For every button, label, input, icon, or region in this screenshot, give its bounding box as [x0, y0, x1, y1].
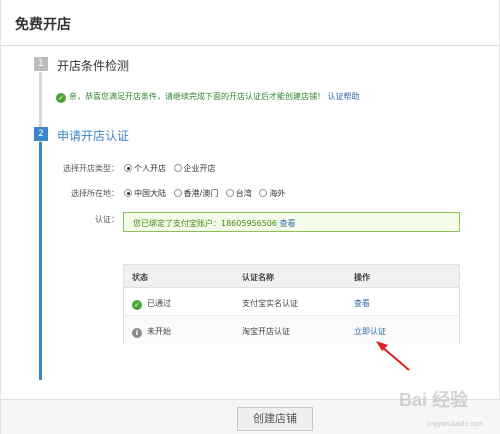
radio-button[interactable] — [225, 189, 234, 197]
name-cell: 淘宝开店认证 — [242, 327, 290, 336]
baidu-watermark-url: jingyan.baidu.com — [427, 421, 484, 428]
view-link[interactable]: 查看 — [354, 298, 370, 309]
page-title: 免费开店 — [15, 17, 71, 33]
radio-button[interactable] — [124, 164, 132, 172]
create-shop-button[interactable]: 创建店铺 — [237, 407, 313, 431]
help-link[interactable]: 认证帮助 — [328, 92, 360, 101]
progress-rail-active — [39, 142, 42, 380]
column-action: 操作 — [354, 273, 370, 282]
radio-label: 台湾 — [235, 189, 252, 198]
step-2-number: 2 — [34, 127, 48, 141]
column-status: 状态 — [132, 273, 148, 282]
page-header: 免费开店 — [1, 0, 500, 46]
table-row: ✓ 已通过 支付宝实名认证 查看 — [124, 288, 459, 316]
alipay-bound-text: 您已绑定了支付宝账户：18605956506 — [133, 219, 277, 228]
info-circle-icon: i — [132, 328, 142, 338]
verify-label: 认证： — [95, 215, 119, 224]
verify-now-link[interactable]: 立即认证 — [354, 326, 386, 337]
radio-label: 中国大陆 — [134, 189, 166, 198]
shop-type-label: 选择开店类型： — [63, 164, 119, 173]
alipay-bound-notice: 您已绑定了支付宝账户：18605956506 查看 — [123, 212, 460, 232]
radio-hk-macau[interactable]: 香港/澳门 — [173, 189, 219, 198]
radio-button[interactable] — [259, 189, 268, 197]
column-name: 认证名称 — [242, 273, 274, 282]
verification-table: 状态 认证名称 操作 ✓ 已通过 支付宝实名认证 查看 i 未开始 淘宝开店认证 立… — [123, 264, 460, 344]
step-1-number: 1 — [34, 57, 48, 71]
status-cell: i 未开始 — [132, 326, 171, 338]
name-cell: 支付宝实名认证 — [242, 299, 298, 308]
radio-mainland[interactable]: 中国大陆 — [124, 189, 166, 198]
baidu-watermark: Bai 经验 — [399, 390, 469, 410]
step-2-title: 申请开店认证 — [57, 129, 130, 143]
radio-overseas[interactable]: 海外 — [259, 189, 285, 198]
radio-button[interactable] — [173, 189, 182, 197]
radio-label: 企业开店 — [183, 164, 216, 173]
view-alipay-link[interactable]: 查看 — [280, 219, 296, 228]
region-label: 选择所在地： — [71, 189, 119, 198]
radio-button[interactable] — [173, 164, 182, 172]
radio-label: 个人开店 — [134, 164, 166, 173]
radio-personal[interactable]: 个人开店 — [124, 164, 166, 173]
radio-label: 海外 — [269, 189, 286, 198]
step-1-title: 开店条件检测 — [57, 59, 130, 73]
radio-taiwan[interactable]: 台湾 — [225, 189, 252, 198]
radio-enterprise[interactable]: 企业开店 — [173, 164, 216, 173]
region-radio-group: 中国大陆 香港/澳门 台湾 海外 — [124, 188, 290, 199]
page: 免费开店 1 开店条件检测 ✓ 亲，恭喜您满足开店条件，请继续完成下面的开店认证后… — [0, 0, 500, 434]
check-circle-icon: ✓ — [132, 300, 142, 310]
eligibility-notice: ✓ 亲，恭喜您满足开店条件，请继续完成下面的开店认证后才能创建店铺！ 认证帮助 — [56, 91, 360, 103]
shop-type-radio-group: 个人开店 企业开店 — [124, 163, 221, 174]
status-text: 已通过 — [147, 299, 171, 308]
radio-label: 香港/澳门 — [183, 189, 219, 198]
eligibility-notice-text: 亲，恭喜您满足开店条件，请继续完成下面的开店认证后才能创建店铺！ — [69, 92, 325, 101]
status-cell: ✓ 已通过 — [132, 298, 171, 310]
table-header: 状态 认证名称 操作 — [124, 265, 459, 288]
radio-button[interactable] — [124, 189, 132, 197]
check-circle-icon: ✓ — [56, 93, 66, 103]
pointer-arrow-icon — [376, 341, 410, 371]
status-text: 未开始 — [147, 327, 171, 336]
